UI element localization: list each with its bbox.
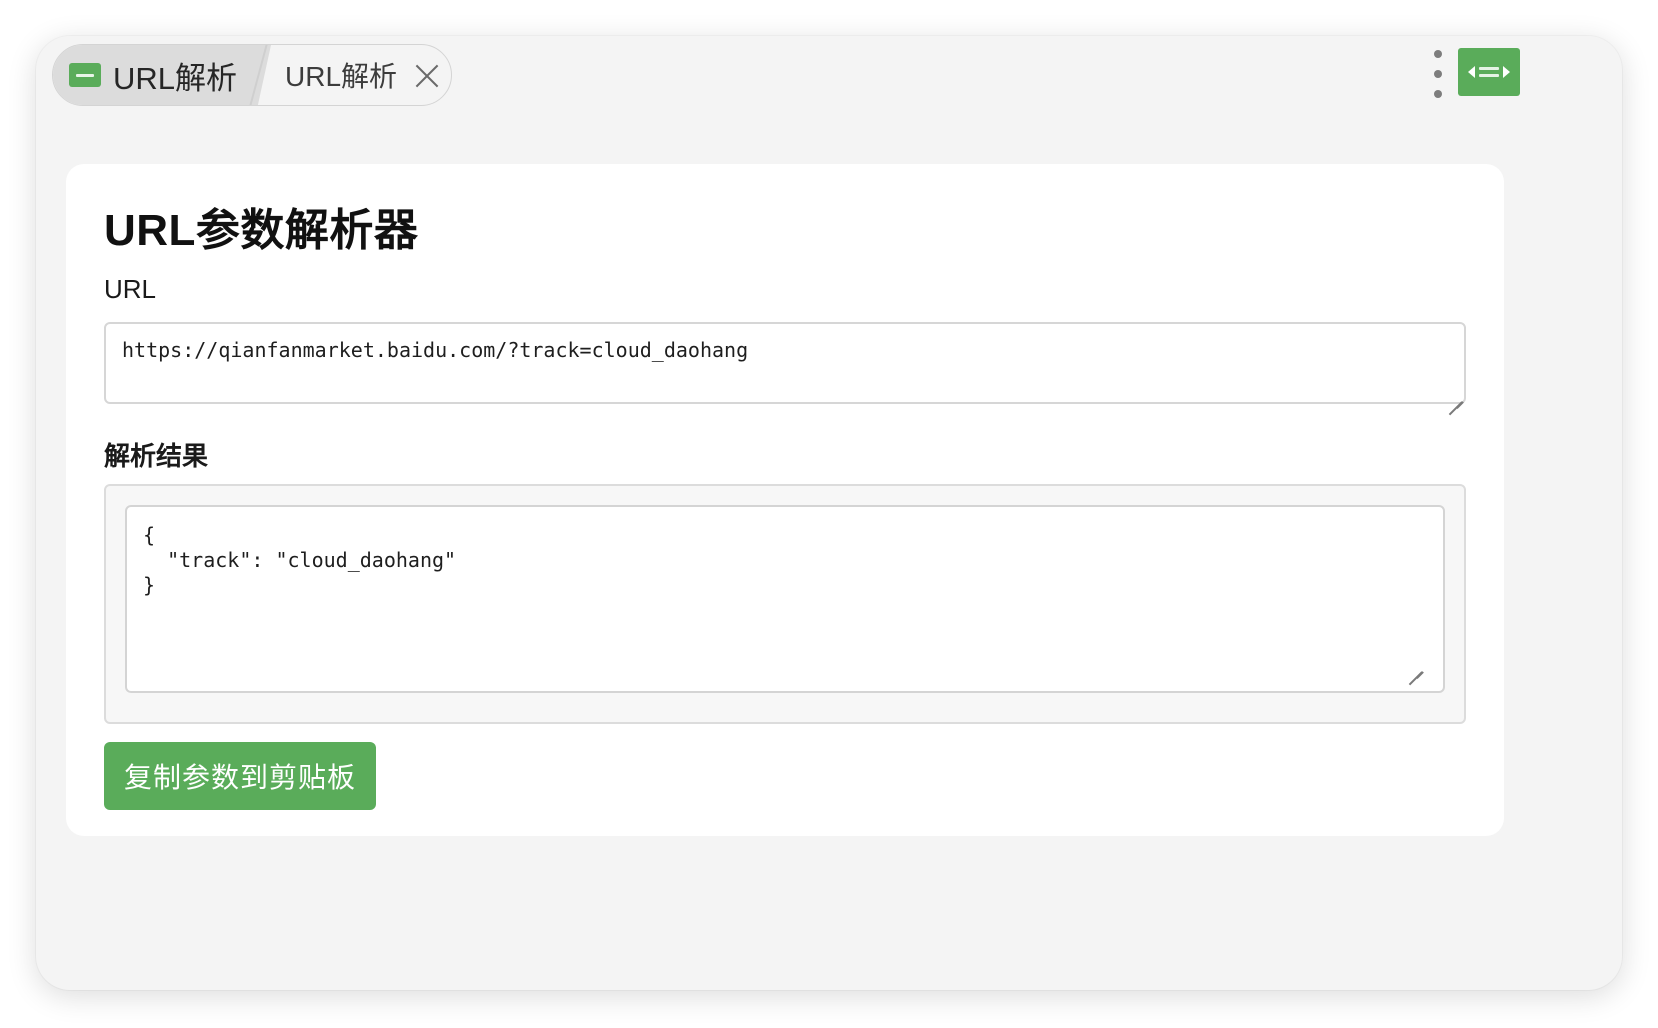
close-icon[interactable] (415, 63, 439, 87)
url-input[interactable]: https://qianfanmarket.baidu.com/?track=c… (104, 322, 1466, 404)
app-window: URL解析 URL解析 URL参数解析器 URL https://qianfan… (36, 36, 1622, 990)
tab-label: URL解析 (285, 61, 398, 92)
page-title: URL参数解析器 (104, 206, 419, 255)
extension-button[interactable] (1458, 48, 1520, 96)
kebab-menu-icon[interactable] (1426, 50, 1450, 98)
link-parse-icon (69, 63, 101, 87)
tab-url-parse[interactable]: URL解析 (285, 45, 439, 105)
chevron-left-icon (1468, 66, 1475, 78)
tab-bar: URL解析 URL解析 (36, 36, 1622, 132)
tab-url-parse-active[interactable]: URL解析 (53, 45, 271, 105)
result-output[interactable]: { "track": "cloud_daohang" } (125, 505, 1445, 693)
result-label: 解析结果 (104, 441, 209, 471)
tab-group: URL解析 URL解析 (52, 44, 452, 106)
chevron-right-icon (1503, 66, 1510, 78)
link-parse-icon (1479, 67, 1499, 77)
url-label: URL (104, 274, 157, 304)
parser-card: URL参数解析器 URL https://qianfanmarket.baidu… (66, 164, 1504, 836)
tab-label: URL解析 (113, 60, 238, 96)
result-container: { "track": "cloud_daohang" } (104, 484, 1466, 724)
copy-params-button[interactable]: 复制参数到剪贴板 (104, 742, 376, 810)
